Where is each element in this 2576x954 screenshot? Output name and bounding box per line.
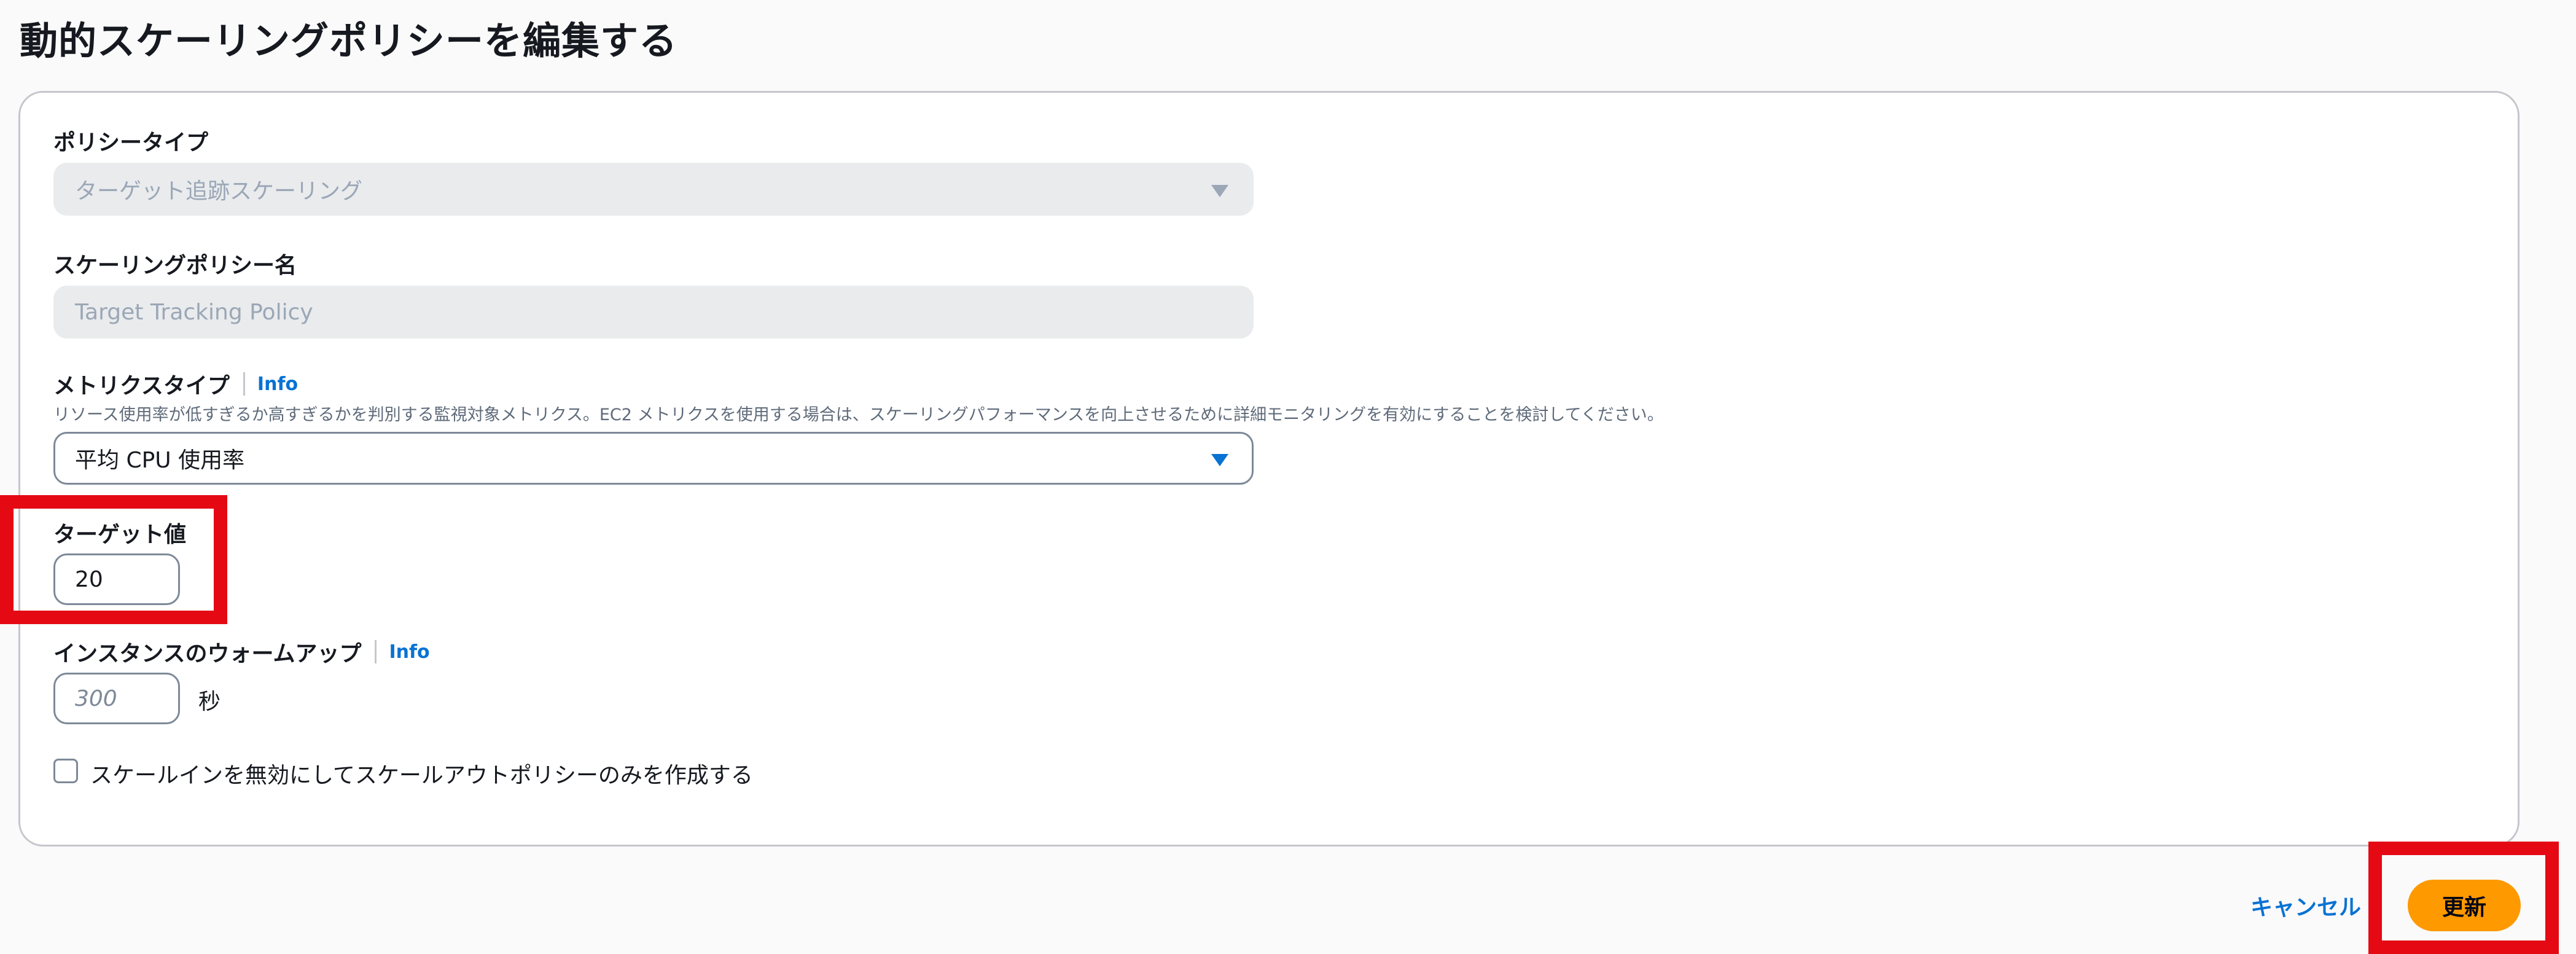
metric-type-description: リソース使用率が低すぎるか高すぎるかを判別する監視対象メトリクス。EC2 メトリ… [53,405,1664,424]
policy-name-value: Target Tracking Policy [75,299,313,325]
update-button-highlight [2368,842,2559,954]
info-divider [243,372,245,396]
policy-name-input: Target Tracking Policy [53,286,1254,338]
info-divider [375,640,377,663]
metric-type-label-row: メトリクスタイプ Info [53,368,298,400]
target-value-highlight [0,495,227,624]
metric-type-info-link[interactable]: Info [257,373,298,395]
policy-type-value: ターゲット追跡スケーリング [75,179,363,204]
metric-type-label: メトリクスタイプ [53,373,230,399]
caret-down-icon [1211,454,1228,466]
page-title: 動的スケーリングポリシーを編集する [20,18,678,63]
warmup-placeholder: 300 [75,686,117,711]
caret-down-icon [1211,185,1228,197]
disable-scale-in-checkbox[interactable] [53,759,78,783]
disable-scale-in-label[interactable]: スケールインを無効にしてスケールアウトポリシーのみを作成する [90,757,753,789]
metric-type-value: 平均 CPU 使用率 [75,448,245,473]
warmup-label: インスタンスのウォームアップ [53,641,362,667]
warmup-input[interactable]: 300 [53,673,180,724]
warmup-label-row: インスタンスのウォームアップ Info [53,636,430,668]
warmup-info-link[interactable]: Info [389,641,429,663]
policy-name-label: スケーリングポリシー名 [53,253,297,278]
metric-type-select[interactable]: 平均 CPU 使用率 [53,432,1254,485]
warmup-unit: 秒 [198,689,221,714]
form-panel: ポリシータイプ ターゲット追跡スケーリング スケーリングポリシー名 Target… [18,91,2519,846]
policy-type-select: ターゲット追跡スケーリング [53,163,1254,216]
policy-type-label: ポリシータイプ [53,130,209,155]
cancel-button[interactable]: キャンセル [2250,889,2361,921]
